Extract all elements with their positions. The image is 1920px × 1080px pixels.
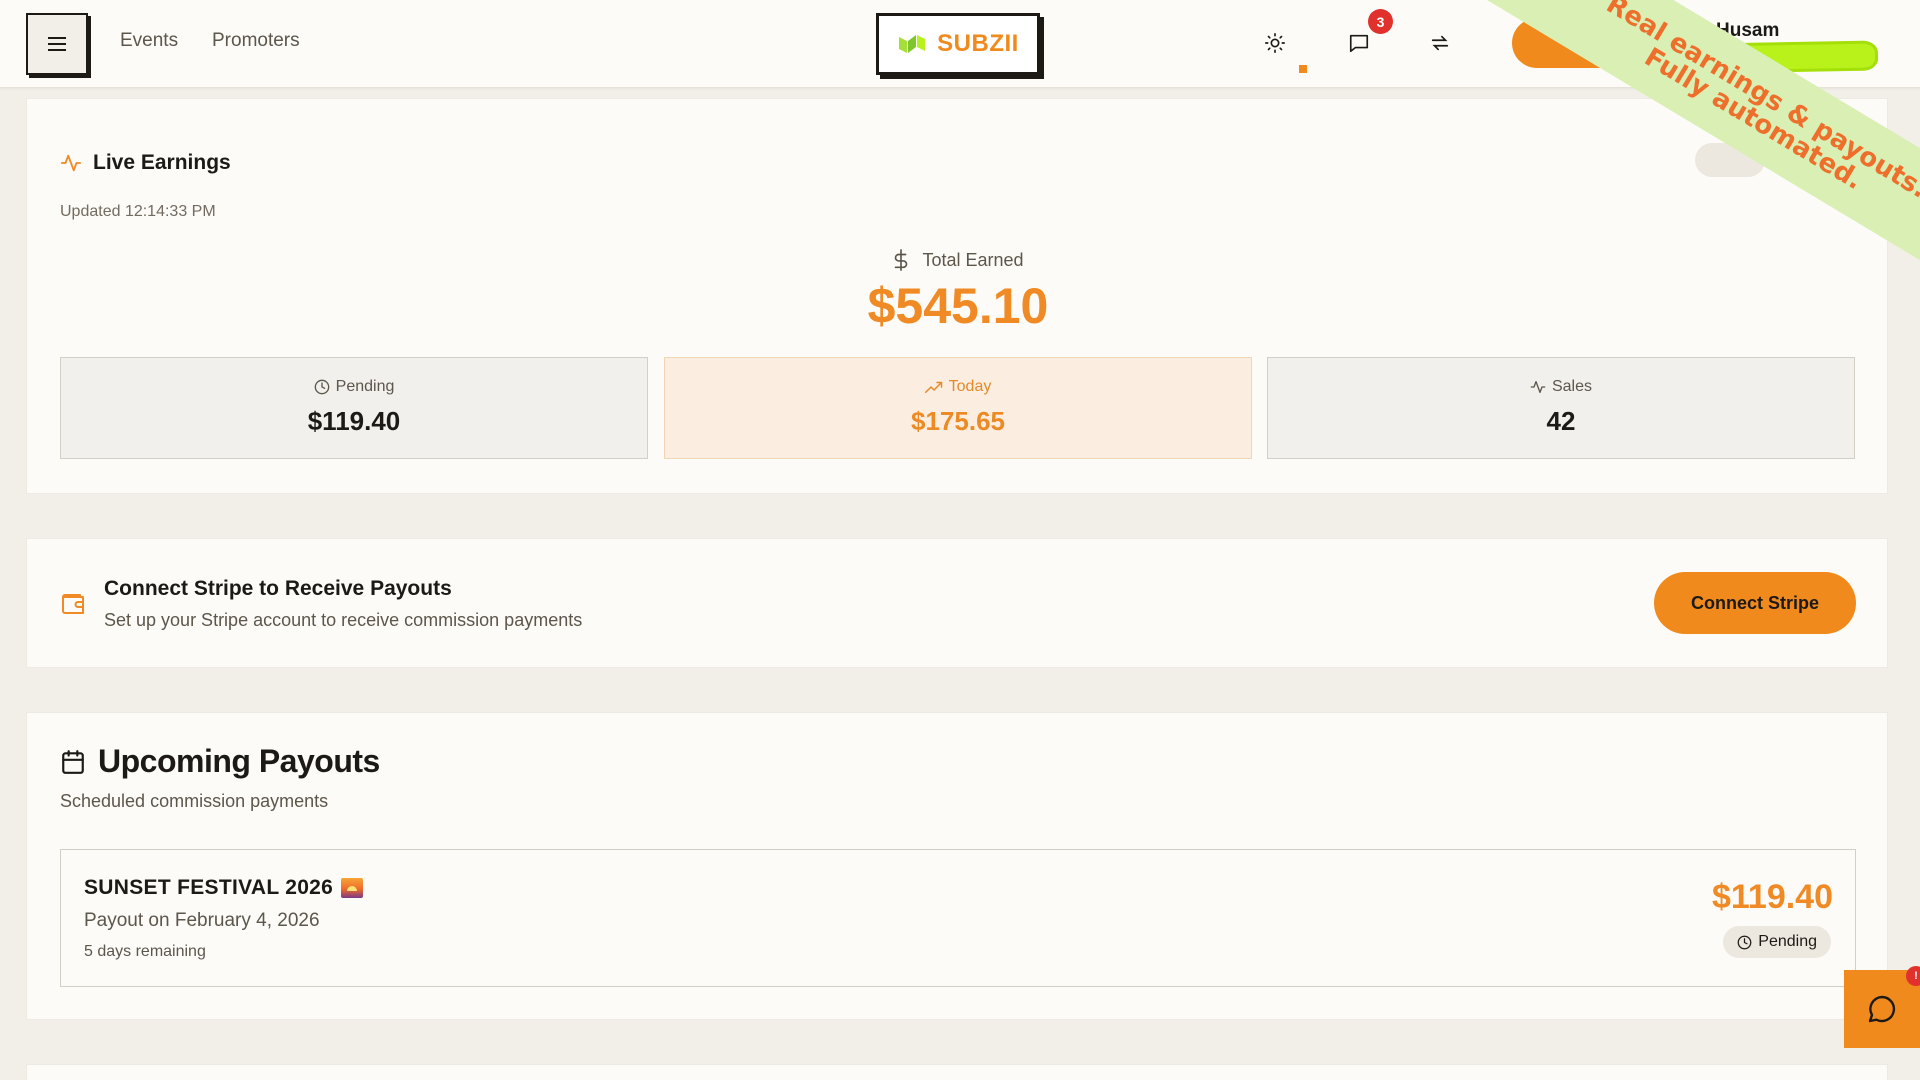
total-earned-text: Total Earned bbox=[922, 249, 1024, 270]
swap-icon bbox=[1431, 35, 1449, 51]
live-earnings-title: Live Earnings bbox=[93, 151, 231, 174]
payout-event-heading: SUNSET FESTIVAL 2026 bbox=[84, 876, 364, 900]
top-navigation: Events Promoters SUBZII 3 SUBZII Husam bbox=[0, 0, 1920, 88]
upcoming-payouts-heading: Upcoming Payouts bbox=[60, 743, 380, 780]
stat-label-sales: Sales bbox=[1268, 378, 1854, 396]
payout-item[interactable]: SUNSET FESTIVAL 2026 Payout on February … bbox=[60, 849, 1856, 987]
upcoming-payouts-subtitle: Scheduled commission payments bbox=[60, 791, 329, 811]
theme-indicator-dot bbox=[1299, 65, 1307, 73]
header-action-button[interactable] bbox=[1512, 18, 1634, 68]
total-earned-label: Total Earned bbox=[27, 249, 1889, 271]
sun-icon bbox=[1265, 33, 1285, 53]
message-icon bbox=[1349, 34, 1369, 53]
user-name[interactable]: Husam bbox=[1716, 20, 1779, 42]
nav-link-events[interactable]: Events bbox=[120, 30, 178, 52]
calendar-icon bbox=[62, 749, 84, 774]
live-earnings-heading: Live Earnings bbox=[60, 151, 231, 175]
dollar-icon bbox=[895, 249, 908, 271]
live-earnings-card: Live Earnings Updated 12:14:33 PM Total … bbox=[26, 98, 1888, 494]
stat-label-text: Pending bbox=[335, 378, 395, 395]
chat-widget-badge: ! bbox=[1906, 966, 1920, 986]
nav-link-promoters[interactable]: Promoters bbox=[212, 30, 300, 52]
user-highlight-scribble bbox=[1709, 40, 1879, 74]
menu-button[interactable] bbox=[26, 13, 88, 75]
stat-value-pending: $119.40 bbox=[307, 406, 401, 436]
logo-text: SUBZII bbox=[937, 30, 1019, 57]
activity-icon bbox=[1530, 381, 1546, 393]
stat-label-pending: Pending bbox=[61, 378, 647, 396]
clock-icon bbox=[314, 379, 329, 395]
trending-up-icon bbox=[924, 381, 942, 393]
stat-label-text: Sales bbox=[1551, 378, 1593, 395]
payout-remaining: 5 days remaining bbox=[84, 943, 206, 960]
next-section-card bbox=[26, 1064, 1888, 1080]
total-earned-value: $545.10 bbox=[867, 278, 1049, 334]
activity-icon bbox=[60, 154, 82, 172]
payout-date: Payout on February 4, 2026 bbox=[84, 910, 320, 931]
stat-card-today: Today $175.65 bbox=[664, 357, 1252, 459]
payout-event-name: SUNSET FESTIVAL 2026 bbox=[84, 876, 334, 899]
status-badge-text: Pending bbox=[1758, 933, 1817, 950]
stat-card-sales: Sales 42 bbox=[1267, 357, 1855, 459]
stat-card-pending: Pending $119.40 bbox=[60, 357, 648, 459]
stripe-subtitle: Set up your Stripe account to receive co… bbox=[104, 610, 583, 630]
logo[interactable]: SUBZII bbox=[876, 13, 1040, 75]
refresh-pill[interactable] bbox=[1695, 143, 1765, 177]
connect-stripe-card: Connect Stripe to Receive Payouts Set up… bbox=[26, 538, 1888, 668]
stat-label-text: Today bbox=[948, 378, 992, 395]
status-badge: Pending bbox=[1723, 926, 1831, 958]
stat-label-today: Today bbox=[665, 378, 1251, 396]
stripe-title: Connect Stripe to Receive Payouts bbox=[104, 577, 452, 600]
theme-toggle-button[interactable] bbox=[1255, 23, 1295, 63]
chat-bubble-icon bbox=[1868, 995, 1896, 1023]
wallet-icon bbox=[62, 594, 84, 614]
connect-stripe-button[interactable]: Connect Stripe bbox=[1654, 572, 1856, 634]
sunset-icon bbox=[341, 878, 364, 898]
avatar[interactable]: SUBZII bbox=[1656, 19, 1704, 67]
stat-value-sales: 42 bbox=[1546, 406, 1576, 436]
swap-button[interactable] bbox=[1420, 23, 1460, 63]
logo-mark-icon bbox=[899, 35, 926, 53]
upcoming-payouts-card: Upcoming Payouts Scheduled commission pa… bbox=[26, 712, 1888, 1020]
last-updated-text: Updated 12:14:33 PM bbox=[60, 203, 216, 220]
messages-badge: 3 bbox=[1368, 9, 1393, 34]
hamburger-icon bbox=[48, 37, 66, 51]
clock-icon bbox=[1737, 935, 1752, 949]
stat-value-today: $175.65 bbox=[911, 406, 1005, 436]
avatar-text: SUBZII bbox=[1667, 39, 1693, 47]
payout-amount: $119.40 bbox=[1711, 878, 1833, 916]
upcoming-payouts-title: Upcoming Payouts bbox=[98, 743, 380, 779]
